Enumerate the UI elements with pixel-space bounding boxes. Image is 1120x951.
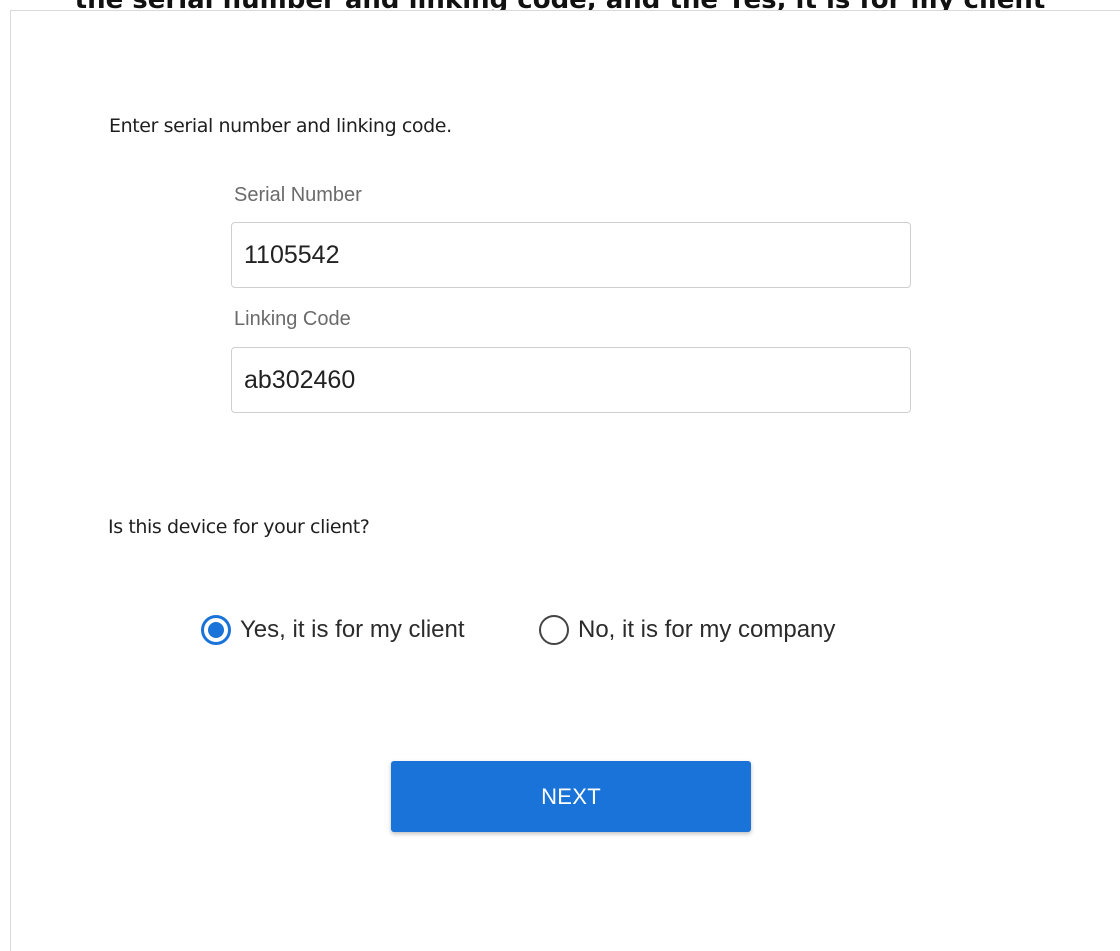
serial-number-input[interactable] bbox=[231, 222, 911, 288]
linking-code-input[interactable] bbox=[231, 347, 911, 413]
serial-number-label: Serial Number bbox=[234, 184, 362, 206]
radio-checked-icon[interactable] bbox=[201, 615, 231, 645]
linking-form-panel: Enter serial number and linking code. Se… bbox=[10, 10, 1120, 951]
radio-label-no-company: No, it is for my company bbox=[578, 616, 836, 643]
form-instruction: Enter serial number and linking code. bbox=[109, 115, 452, 137]
next-button[interactable]: NEXT bbox=[391, 761, 751, 832]
linking-code-label: Linking Code bbox=[234, 308, 351, 330]
radio-option-yes-client[interactable]: Yes, it is for my client bbox=[201, 611, 465, 649]
radio-option-no-company[interactable]: No, it is for my company bbox=[539, 611, 835, 649]
client-question: Is this device for your client? bbox=[108, 516, 370, 538]
radio-label-yes-client: Yes, it is for my client bbox=[240, 616, 465, 643]
radio-unchecked-icon[interactable] bbox=[539, 615, 569, 645]
